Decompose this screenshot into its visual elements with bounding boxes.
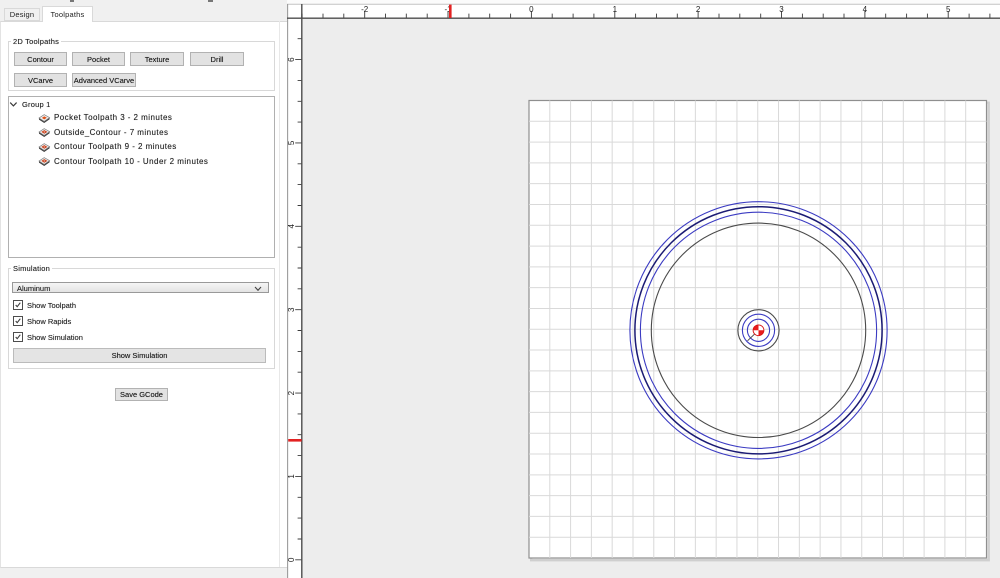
svg-text:1: 1 xyxy=(287,474,296,479)
svg-text:0: 0 xyxy=(287,557,296,562)
svg-text:1: 1 xyxy=(613,5,618,14)
svg-text:2: 2 xyxy=(287,390,296,395)
svg-text:0: 0 xyxy=(529,5,534,14)
svg-text:4: 4 xyxy=(287,224,296,229)
svg-text:4: 4 xyxy=(863,5,868,14)
svg-text:3: 3 xyxy=(779,5,784,14)
svg-text:2: 2 xyxy=(696,5,701,14)
svg-text:5: 5 xyxy=(946,5,951,14)
svg-text:3: 3 xyxy=(287,307,296,312)
svg-text:6: 6 xyxy=(287,57,296,62)
svg-text:5: 5 xyxy=(287,140,296,145)
svg-text:-2: -2 xyxy=(361,5,369,14)
